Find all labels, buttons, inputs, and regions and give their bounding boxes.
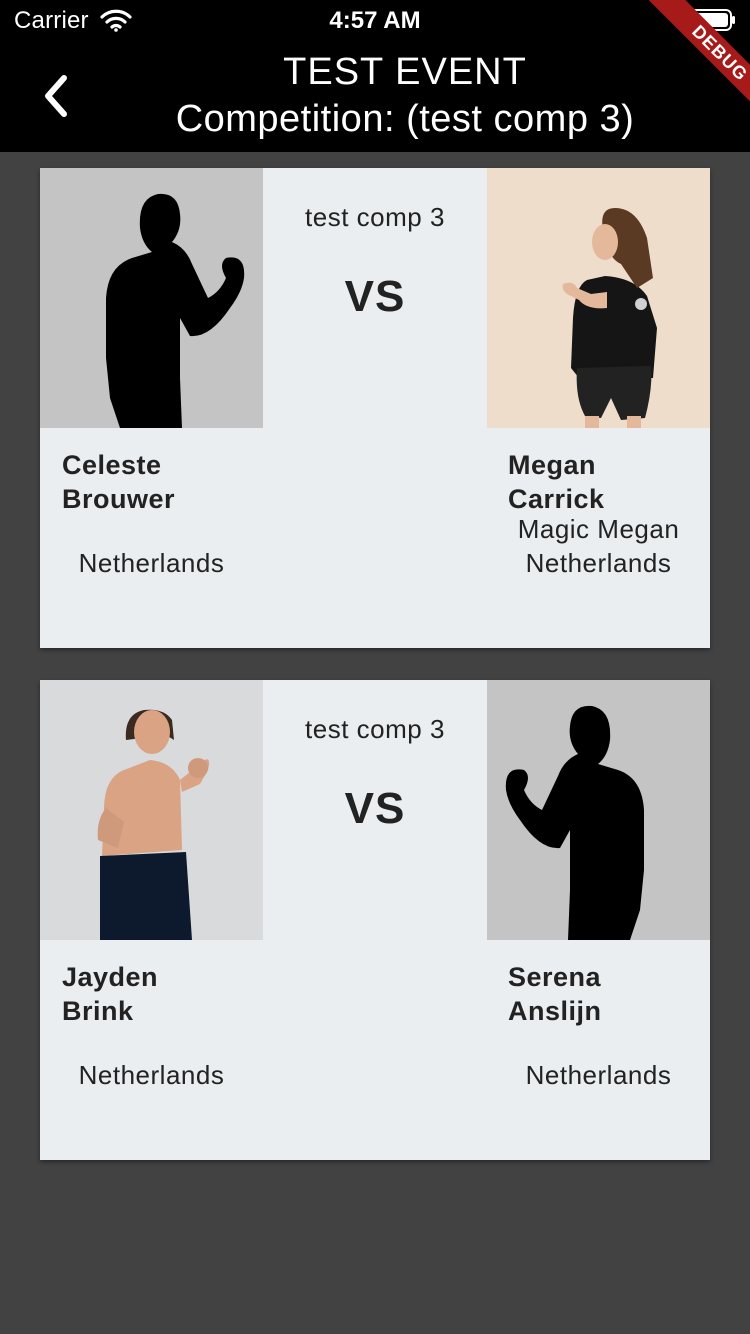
page-title: TEST EVENT Competition: (test comp 3) — [60, 50, 750, 144]
fighter-nickname: Magic Megan — [517, 514, 680, 544]
fighter-photo-image — [40, 680, 263, 940]
fighter-name: Celeste Brouwer — [62, 450, 176, 514]
match-card[interactable]: test comp 3 VS Celeste Brouwer Megan Car… — [40, 168, 710, 648]
competition-label: test comp 3 — [305, 202, 445, 232]
fighter-silhouette-image — [487, 680, 710, 940]
vs-label: VS — [344, 272, 406, 321]
status-bar: Carrier 4:57 AM — [0, 0, 750, 40]
fighter-country: Netherlands — [525, 1060, 672, 1090]
fighter-name: Serena Anslijn — [508, 962, 602, 1026]
fighter-silhouette-image — [40, 168, 263, 428]
vs-label: VS — [344, 784, 406, 833]
fighter-photo-image — [487, 168, 710, 428]
match-card[interactable]: test comp 3 VS Jayden Brink Serena Ansli… — [40, 680, 710, 1160]
fighter-country: Netherlands — [78, 1060, 225, 1090]
app-header: Carrier 4:57 AM DEBUG TEST EVENT Competi… — [0, 0, 750, 152]
fighter-country: Netherlands — [525, 548, 672, 578]
fighter-name: Megan Carrick — [508, 450, 605, 514]
clock: 4:57 AM — [329, 7, 421, 34]
competition-subtitle: Competition: (test comp 3) — [175, 98, 635, 140]
fighter-name: Jayden Brink — [62, 962, 159, 1026]
competition-label: test comp 3 — [305, 714, 445, 744]
fighter-country: Netherlands — [78, 548, 225, 578]
event-title: TEST EVENT — [283, 51, 527, 93]
